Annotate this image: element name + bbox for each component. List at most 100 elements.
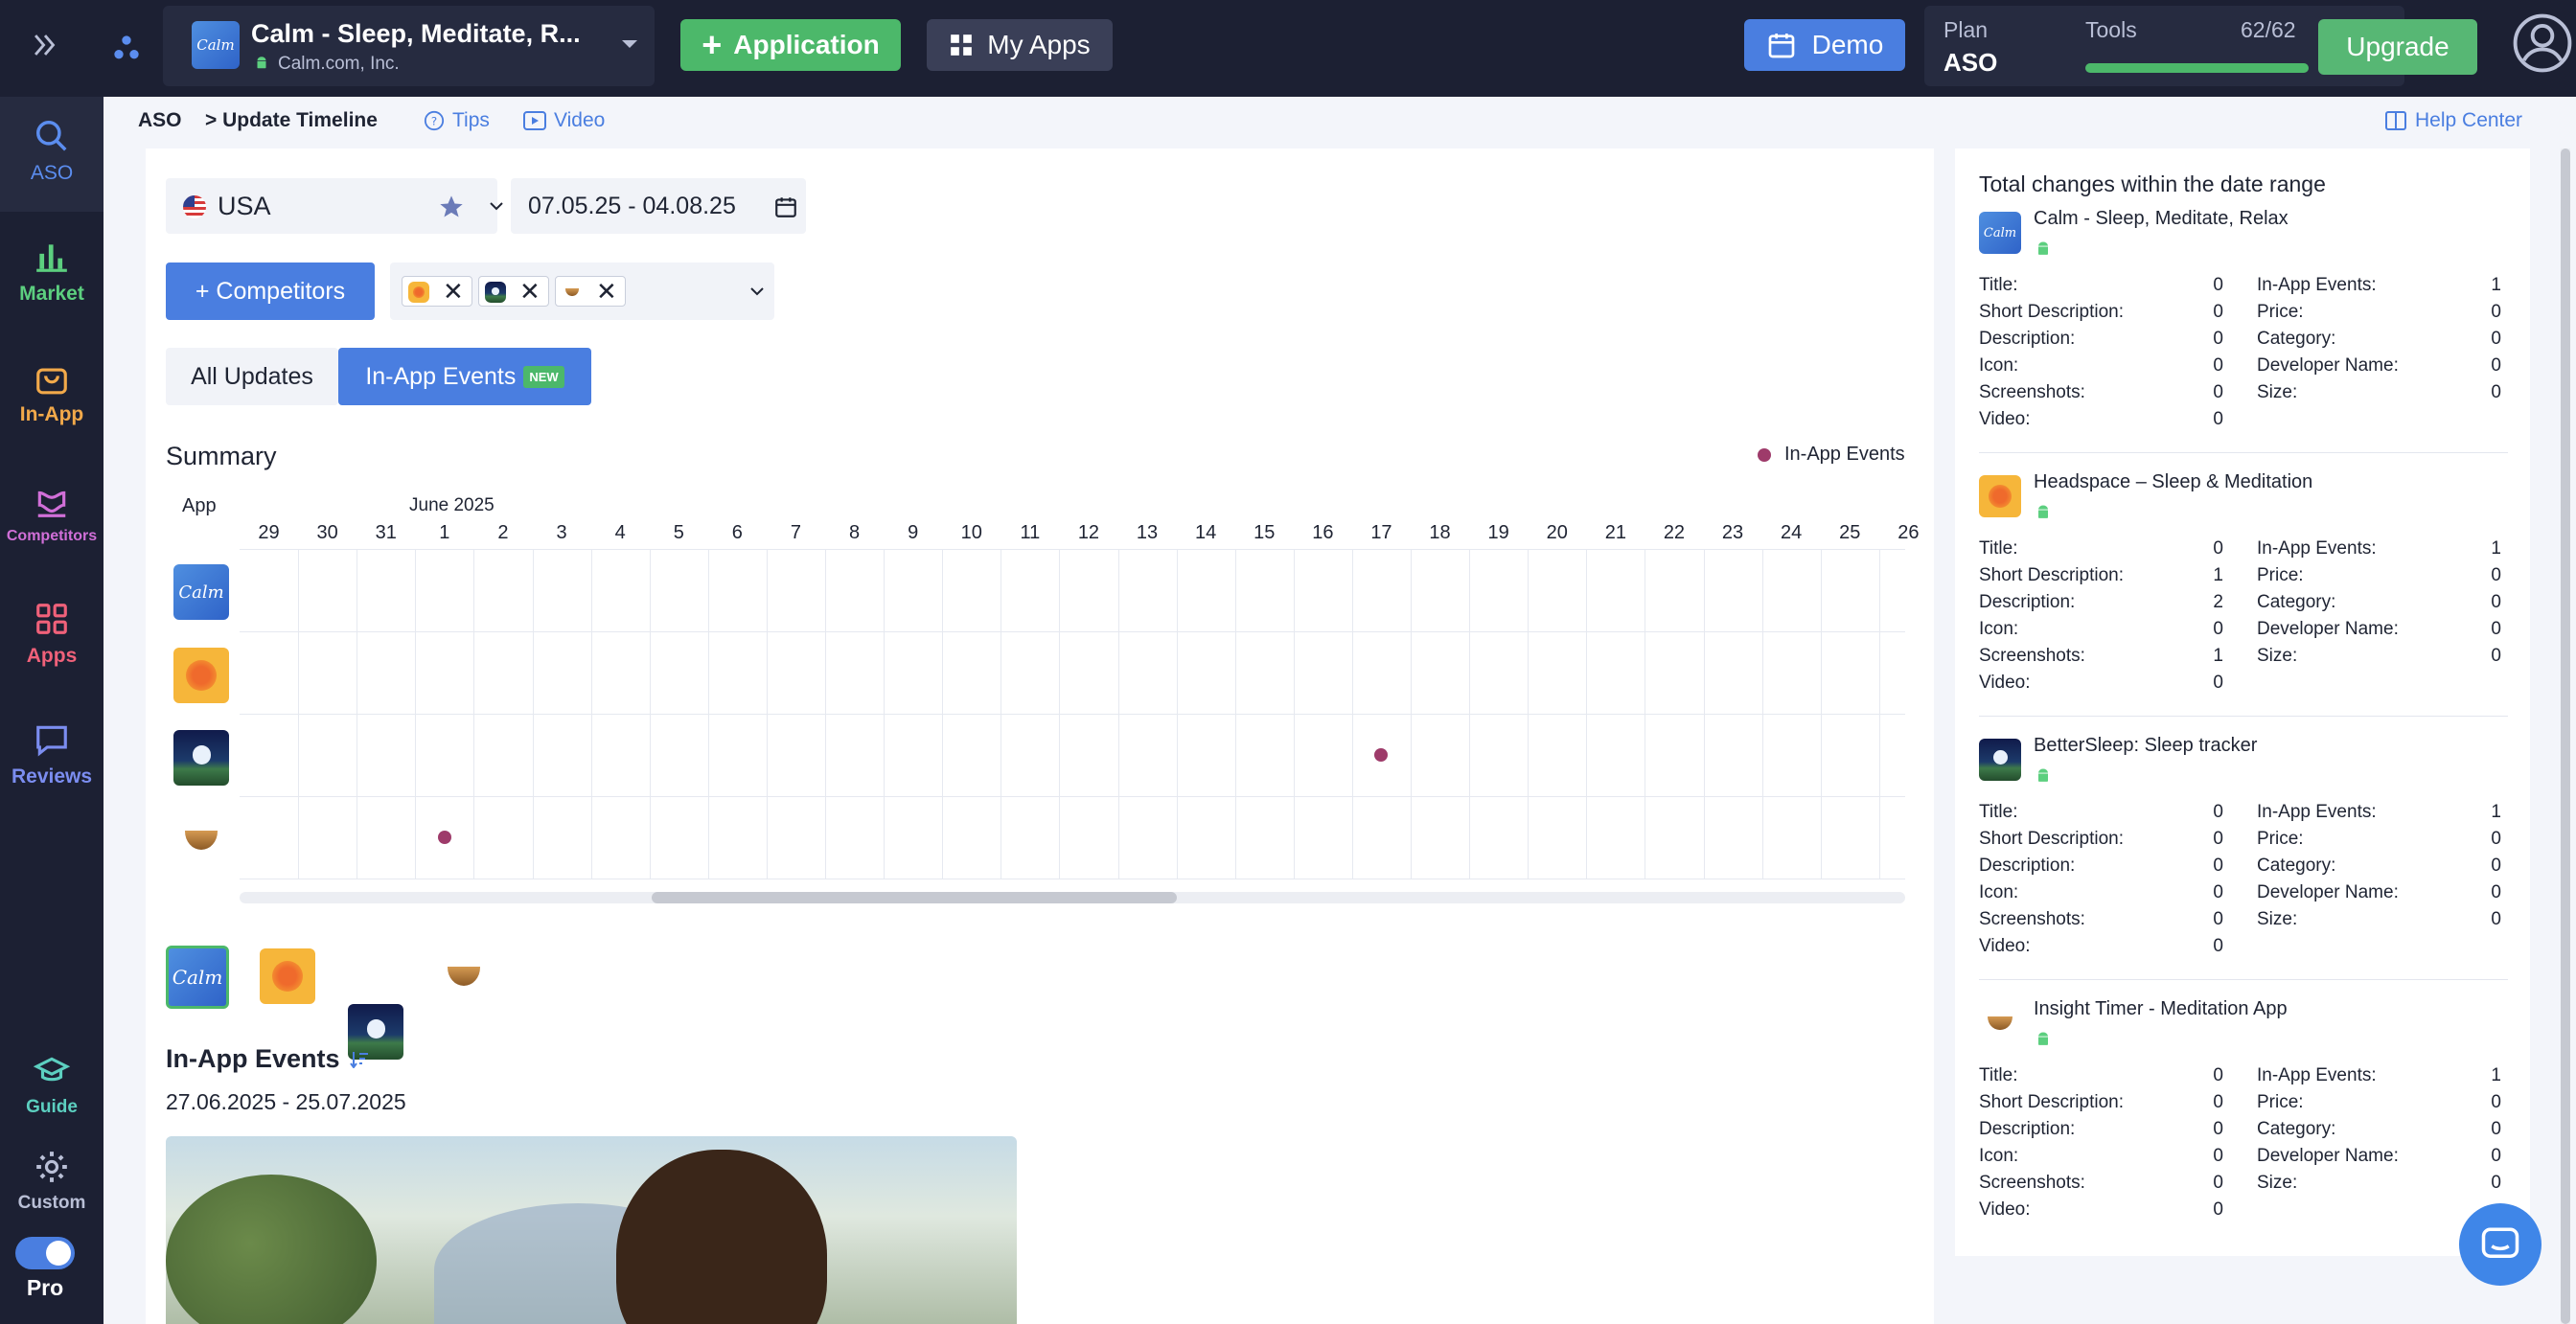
stat-label: Price: <box>2257 565 2304 585</box>
tips-link[interactable]: ? Tips <box>424 109 490 132</box>
user-avatar-icon[interactable] <box>2513 13 2572 73</box>
page-scrollbar-thumb[interactable] <box>2561 148 2570 1324</box>
tools-progress-bar <box>2085 63 2309 73</box>
sidebar-item-custom[interactable]: Custom <box>0 1149 104 1214</box>
stat-label: Price: <box>2257 829 2304 849</box>
stat-value: 0 <box>2491 646 2501 666</box>
stat-value: 0 <box>2491 619 2501 639</box>
video-link[interactable]: Video <box>523 109 605 132</box>
stat-label: Size: <box>2257 909 2298 929</box>
grid-row-line <box>240 549 1905 550</box>
bettersleep-app-icon[interactable] <box>173 730 229 786</box>
stat-label: Category: <box>2257 329 2336 349</box>
stat-value: 0 <box>2491 302 2501 322</box>
stat-value: 0 <box>2213 302 2223 322</box>
search-icon <box>34 118 70 154</box>
sidebar-item-reviews[interactable]: Reviews <box>0 721 104 788</box>
sidebar-item-competitors[interactable]: Competitors <box>0 484 104 545</box>
timeline-scrollbar[interactable] <box>240 892 1905 903</box>
stat-value: 0 <box>2213 882 2223 902</box>
help-center-link[interactable]: Help Center <box>2384 109 2522 132</box>
chevron-down-icon <box>621 38 638 50</box>
filter-calm-app[interactable]: Calm <box>166 946 229 1009</box>
stat-value: 0 <box>2213 382 2223 402</box>
stat-label: Title: <box>1979 275 2018 295</box>
shopping-bag-icon <box>34 359 70 396</box>
graduation-cap-icon <box>34 1053 70 1089</box>
stat-label: Category: <box>2257 1119 2336 1139</box>
android-icon <box>2034 765 2053 787</box>
day-label: 8 <box>848 522 861 543</box>
insight-timer-app-icon[interactable] <box>173 812 229 868</box>
day-label: 19 <box>1487 522 1509 543</box>
stat-label: In-App Events: <box>2257 538 2377 559</box>
breadcrumb-root[interactable]: ASO <box>138 109 182 132</box>
changes-app-name: Insight Timer - Meditation App <box>2034 998 2288 1019</box>
stat-value: 1 <box>2213 565 2223 585</box>
stat-label: Icon: <box>1979 882 2019 902</box>
stat-value: 0 <box>2491 329 2501 349</box>
sidebar-item-guide[interactable]: Guide <box>0 1053 104 1118</box>
day-label: 15 <box>1254 522 1276 543</box>
day-label: 4 <box>614 522 626 543</box>
sidebar-item-apps[interactable]: Apps <box>0 601 104 668</box>
stat-value: 0 <box>2213 936 2223 956</box>
sort-icon[interactable] <box>349 1051 369 1068</box>
filter-insight-timer-app[interactable] <box>436 948 492 1004</box>
competitors-icon <box>34 484 70 520</box>
pro-toggle[interactable] <box>15 1237 75 1269</box>
stat-label: Video: <box>1979 936 2031 956</box>
changes-panel: Total changes within the date range Calm… <box>1955 148 2530 1256</box>
stat-label: Category: <box>2257 856 2336 876</box>
event-dot[interactable] <box>1374 748 1389 762</box>
plus-icon: + <box>702 25 723 64</box>
headspace-app-icon <box>1979 475 2021 517</box>
stat-value: 0 <box>2213 802 2223 822</box>
stat-value: 0 <box>2213 1146 2223 1166</box>
day-label: 26 <box>1898 522 1920 543</box>
stat-value: 0 <box>2491 1146 2501 1166</box>
stat-value: 0 <box>2213 673 2223 693</box>
stat-value: 0 <box>2491 882 2501 902</box>
stat-label: Screenshots: <box>1979 382 2085 402</box>
stat-label: Description: <box>1979 592 2076 612</box>
sidebar-item-aso[interactable]: ASO <box>0 118 104 185</box>
sidebar-item-market[interactable]: Market <box>0 239 104 306</box>
headspace-app-icon[interactable] <box>173 648 229 703</box>
stat-label: Icon: <box>1979 355 2019 376</box>
stat-label: Title: <box>1979 802 2018 822</box>
sidebar-item-in-app[interactable]: In-App <box>0 359 104 426</box>
grid-icon <box>34 601 70 637</box>
upgrade-button[interactable]: Upgrade <box>2318 19 2477 75</box>
day-label: 10 <box>960 522 982 543</box>
day-label: 25 <box>1839 522 1861 543</box>
grid-row-line <box>240 714 1905 715</box>
event-dot[interactable] <box>437 831 451 844</box>
day-label: 23 <box>1721 522 1744 543</box>
page-scrollbar[interactable] <box>2561 148 2570 1324</box>
stat-value: 0 <box>2491 1119 2501 1139</box>
stat-label: Video: <box>1979 673 2031 693</box>
bar-chart-icon <box>34 239 70 275</box>
in-app-events-title: In-App Events <box>166 1044 369 1074</box>
logo-icon[interactable] <box>111 33 142 63</box>
android-icon <box>2034 239 2053 260</box>
add-application-button[interactable]: + Application <box>680 19 901 71</box>
stat-value: 1 <box>2491 538 2501 559</box>
day-label: 3 <box>556 522 567 543</box>
stat-label: Developer Name: <box>2257 882 2399 902</box>
stat-label: Icon: <box>1979 619 2019 639</box>
filter-headspace-app[interactable] <box>260 948 315 1004</box>
app-selector[interactable]: Calm Calm - Sleep, Meditate, R... Calm.c… <box>163 6 655 86</box>
expand-sidebar-icon[interactable] <box>29 29 61 61</box>
chat-launcher-button[interactable] <box>2459 1203 2542 1286</box>
stat-label: Price: <box>2257 302 2304 322</box>
calm-app-icon[interactable]: Calm <box>173 564 229 620</box>
stat-label: Developer Name: <box>2257 355 2399 376</box>
stat-value: 0 <box>2213 1173 2223 1193</box>
my-apps-button[interactable]: My Apps <box>927 19 1113 71</box>
event-preview-image[interactable] <box>166 1136 1017 1324</box>
demo-button[interactable]: Demo <box>1744 19 1905 71</box>
scrollbar-thumb[interactable] <box>652 892 1177 903</box>
stat-label: In-App Events: <box>2257 275 2377 295</box>
